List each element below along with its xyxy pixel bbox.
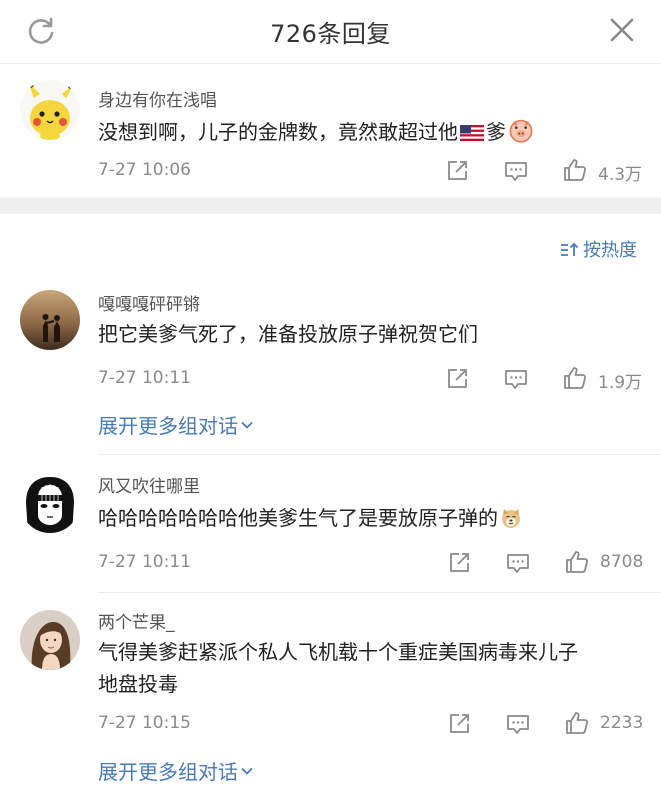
manga-girl-avatar-icon [20,473,80,533]
sort-label: 按热度 [583,240,637,261]
avatar[interactable] [20,290,80,350]
like-icon[interactable] [562,157,588,183]
like-count: 4.3万 [598,165,643,185]
sort-icon [561,242,579,256]
doge-emoji-icon [502,509,520,528]
like-icon[interactable] [562,365,588,391]
comment-text: 哈哈哈哈哈哈哈他美爹生气了是要放原子弹的 [98,502,522,534]
sunset-couple-avatar-icon [20,290,80,350]
like-icon[interactable] [564,549,590,575]
avatar[interactable] [20,80,80,140]
like-count: 1.9万 [598,373,643,393]
comment-text-part: 爹 [486,120,506,144]
girl-portrait-avatar-icon [20,610,80,670]
divider [98,592,661,593]
chevron-down-icon [241,421,253,429]
expand-conversation-link[interactable]: 展开更多组对话 [98,756,254,785]
pikachu-avatar-icon [20,80,80,140]
expand-label: 展开更多组对话 [98,760,238,784]
comment-text: 气得美爹赶紧派个私人飞机载十个重症美国病毒来儿子 地盘投毒 [98,636,578,700]
comment-text: 没想到啊，儿子的金牌数，竟然敢超过他 爹 [98,116,534,148]
comment-text: 把它美爹气死了，准备投放原子弹祝贺它们 [98,322,478,346]
comment-icon[interactable] [503,366,529,392]
username[interactable]: 嘎嘎嘎砰砰锵 [98,290,200,315]
section-divider [0,198,661,214]
expand-label: 展开更多组对话 [98,414,238,438]
timestamp: 7-27 10:06 [98,160,191,180]
expand-conversation-link[interactable]: 展开更多组对话 [98,410,254,439]
share-icon[interactable] [446,711,472,737]
avatar[interactable] [20,610,80,670]
sort-button[interactable]: 按热度 [559,236,637,262]
close-icon[interactable] [609,17,635,43]
username[interactable]: 风又吹往哪里 [98,472,200,497]
comment-icon[interactable] [505,711,531,737]
us-flag-icon [460,125,484,141]
timestamp: 7-27 10:11 [98,368,191,388]
divider [98,454,661,455]
avatar[interactable] [20,473,80,533]
comment-text-line: 地盘投毒 [98,672,178,696]
page-title: 726条回复 [270,20,391,48]
comment-text-line: 气得美爹赶紧派个私人飞机载十个重症美国病毒来儿子 [98,640,578,664]
share-icon[interactable] [444,366,470,392]
comment-icon[interactable] [505,550,531,576]
chevron-down-icon [241,767,253,775]
username[interactable]: 两个芒果_ [98,608,175,633]
username[interactable]: 身边有你在浅唱 [98,86,217,111]
root-comment: 身边有你在浅唱 没想到啊，儿子的金牌数，竟然敢超过他 爹 7-27 10:06 [0,64,661,198]
share-icon[interactable] [446,550,472,576]
share-icon[interactable] [444,158,470,184]
header-bar: 726条回复 [0,0,661,64]
comment-text-part: 没想到啊，儿子的金牌数，竟然敢超过他 [98,120,458,144]
piggy-emoji-icon [509,119,533,143]
like-icon[interactable] [564,710,590,736]
like-count: 8708 [600,552,644,572]
comment-text-part: 哈哈哈哈哈哈哈他美爹生气了是要放原子弹的 [98,506,498,530]
comment-icon[interactable] [503,158,529,184]
like-count: 2233 [600,713,644,733]
timestamp: 7-27 10:11 [98,552,191,572]
timestamp: 7-27 10:15 [98,713,191,733]
